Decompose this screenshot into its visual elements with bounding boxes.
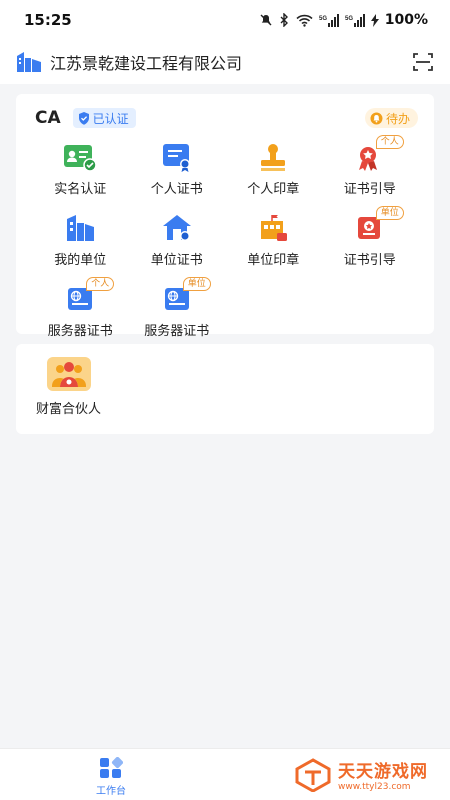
grid-label: 单位印章 [247, 253, 300, 268]
personal-certificate-item[interactable]: 个人证书 [129, 140, 226, 197]
verified-badge: 已认证 [72, 108, 136, 128]
bell-icon [370, 112, 383, 124]
company-name[interactable]: 江苏景乾建设工程有限公司 [50, 50, 404, 74]
organization-seal-item[interactable]: 单位印章 [225, 211, 322, 268]
svg-text:5G: 5G [345, 16, 353, 22]
grid-label: 我的单位 [54, 253, 107, 268]
battery-charging-icon [370, 13, 379, 27]
certificate-guide-personal-item[interactable]: 个人 证书引导 [322, 135, 419, 197]
server-certificate-tag: 个人 [86, 277, 115, 291]
status-icons: 5G 5G 100% [259, 12, 428, 28]
wealth-partner-icon [46, 357, 91, 391]
workbench-icon [100, 757, 123, 778]
grid-label: 证书引导 [343, 182, 396, 197]
grid-label: 个人印章 [247, 182, 300, 197]
organization-seal-icon [261, 215, 288, 241]
todo-button[interactable]: 待办 [364, 108, 418, 128]
scan-icon[interactable] [412, 51, 434, 73]
organization-certificate-item[interactable]: 单位证书 [129, 211, 226, 268]
verified-label: 已认证 [92, 111, 129, 126]
partner-card: 财富合伙人 [16, 344, 434, 434]
grid-label: 实名认证 [54, 182, 107, 197]
certificate-guide-tag: 单位 [375, 206, 404, 220]
signal-5g-icon: 5G [345, 13, 365, 27]
server-certificate-tag: 单位 [182, 277, 211, 291]
watermark-text: 天天游戏网 [338, 762, 428, 782]
bluetooth-icon [280, 13, 288, 27]
real-name-auth-item[interactable]: 实名认证 [32, 140, 129, 197]
app-header: 江苏景乾建设工程有限公司 [0, 40, 450, 84]
battery-percent: 100% [384, 12, 428, 28]
grid-label: 证书引导 [343, 253, 396, 268]
personal-seal-item[interactable]: 个人印章 [225, 140, 322, 197]
todo-label: 待办 [385, 111, 410, 126]
mute-icon [260, 14, 272, 26]
ca-function-grid: 实名认证 个人证书 个人印章 个人 证书引导 我的单位 单位证书 单位印章 单位… [32, 135, 419, 339]
my-organization-item[interactable]: 我的单位 [32, 211, 129, 268]
bottom-nav: 工作台 天天游戏网 www.ttyl23.com [0, 748, 450, 800]
server-certificate-organization-item[interactable]: 单位 服务器证书 [129, 277, 226, 339]
grid-label: 服务器证书 [144, 324, 210, 339]
certificate-guide-organization-item[interactable]: 单位 证书引导 [322, 206, 419, 268]
my-organization-icon [67, 215, 95, 241]
shield-check-icon [78, 111, 89, 125]
tab-workbench[interactable]: 工作台 [86, 757, 136, 797]
watermark-url: www.ttyl23.com [338, 782, 411, 792]
real-name-auth-icon [64, 145, 97, 172]
ca-title: CA [35, 108, 61, 128]
grid-label: 服务器证书 [47, 324, 113, 339]
status-bar: 15:25 5G 5G 100% [0, 0, 450, 40]
svg-text:5G: 5G [319, 16, 327, 22]
server-certificate-personal-item[interactable]: 个人 服务器证书 [32, 277, 129, 339]
wealth-partner-item[interactable]: 财富合伙人 [36, 356, 101, 417]
status-time: 15:25 [24, 11, 72, 29]
personal-certificate-icon [162, 144, 190, 172]
watermark: 天天游戏网 www.ttyl23.com [294, 757, 428, 792]
wifi-icon [296, 14, 313, 27]
grid-label: 个人证书 [150, 182, 203, 197]
wealth-partner-label: 财富合伙人 [36, 402, 102, 417]
tab-workbench-label: 工作台 [96, 786, 126, 797]
personal-seal-icon [261, 144, 286, 171]
certificate-guide-tag: 个人 [375, 135, 404, 149]
company-logo-icon [17, 52, 41, 72]
organization-certificate-icon [162, 215, 191, 241]
signal-5g-icon: 5G [319, 13, 339, 27]
ca-card: CA 已认证 待办 实名认证 个人证书 个人印章 个人 证书引导 我的单位 单位… [16, 94, 434, 339]
grid-label: 单位证书 [150, 253, 203, 268]
watermark-logo-icon [295, 757, 331, 792]
ca-header: CA 已认证 待办 [32, 106, 418, 130]
